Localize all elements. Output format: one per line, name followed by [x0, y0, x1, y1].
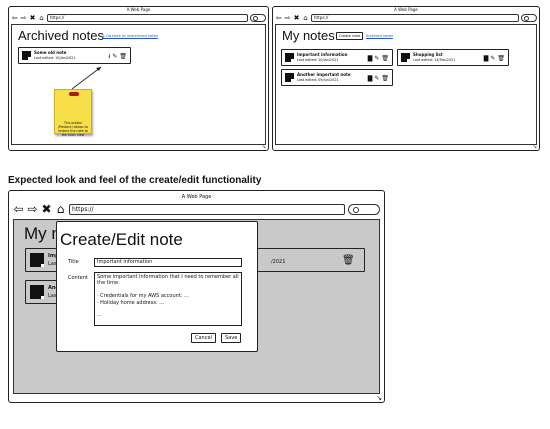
- note-actions: ⭳ ✎ 🗑: [108, 54, 127, 60]
- create-note-button[interactable]: Create note: [336, 32, 364, 40]
- sticky-note: This button (Restore) allows to restore …: [54, 89, 92, 137]
- window-title: A Web Page: [181, 194, 212, 200]
- note-last-edited-fragment: /2021: [271, 259, 286, 265]
- search-icon[interactable]: [250, 14, 266, 22]
- search-icon[interactable]: [348, 203, 380, 215]
- note-card[interactable]: Important information Last edited: 10/Ja…: [281, 49, 393, 66]
- pencil-icon[interactable]: ✎: [490, 56, 495, 62]
- page-title: My notes: [282, 28, 335, 43]
- note-thumbnail-icon: [30, 253, 44, 267]
- note-last-edited: Last edited: 10/Jan/2021: [297, 58, 339, 62]
- note-actions: ▇ ✎ 🗑: [484, 56, 505, 62]
- note-last-edited: Last edited: 09/Jun/2021: [297, 78, 339, 82]
- note-last-edited: Last edited: 10/Jan/2021: [34, 56, 76, 60]
- note-thumbnail-icon: [285, 53, 294, 62]
- close-icon[interactable]: ✖: [41, 202, 52, 216]
- note-card[interactable]: Shopping list Last edited: 14/Feb/2021 ▇…: [397, 49, 509, 66]
- note-thumbnail-icon: [401, 53, 410, 62]
- sticky-note-text: This button (Restore) allows to restore …: [58, 121, 88, 137]
- save-button[interactable]: Save: [221, 333, 242, 343]
- arrow-left-icon[interactable]: ⇦: [13, 202, 24, 216]
- trash-icon[interactable]: 🗑: [119, 54, 127, 60]
- arrow-left-icon[interactable]: ⇦: [275, 14, 282, 22]
- archived-window: A Web Page ⇦ ⇨ ✖ ⌂ https:// Archived not…: [8, 6, 269, 151]
- back-to-notes-link[interactable]: < Go back to unarchived notes: [102, 34, 158, 38]
- home-icon[interactable]: ⌂: [55, 202, 66, 216]
- resize-handle-icon[interactable]: ↘: [533, 145, 537, 150]
- arrow-right-icon[interactable]: ⇨: [27, 202, 38, 216]
- browser-nav-bar: ⇦ ⇨ ✖ ⌂ https://: [275, 13, 537, 23]
- home-icon[interactable]: ⌂: [38, 14, 45, 22]
- note-actions: ▇ ✎ 🗑: [368, 56, 389, 62]
- note-title: Some old note: [34, 50, 67, 55]
- note-card[interactable]: Some old note Last edited: 10/Jan/2021 ⭳…: [18, 47, 131, 64]
- main-window: A Web Page ⇦ ⇨ ✖ ⌂ https:// My notes Cre…: [272, 6, 540, 151]
- browser-nav-bar: ⇦ ⇨ ✖ ⌂ https://: [13, 201, 380, 217]
- note-title: Important information: [297, 52, 348, 57]
- title-label: Title: [68, 259, 79, 265]
- archive-icon[interactable]: ▇: [368, 56, 373, 62]
- cancel-button[interactable]: Cancel: [191, 333, 216, 343]
- note-thumbnail-icon: [30, 285, 44, 299]
- restore-icon[interactable]: ⭳: [108, 54, 110, 60]
- resize-handle-icon[interactable]: ↘: [262, 145, 266, 150]
- close-icon[interactable]: ✖: [293, 14, 300, 22]
- page-viewport: Archived notes < Go back to unarchived n…: [11, 24, 266, 145]
- archive-icon[interactable]: ▇: [484, 56, 489, 62]
- pencil-icon[interactable]: ✎: [112, 54, 117, 60]
- url-input[interactable]: https://: [311, 14, 519, 22]
- url-input[interactable]: https://: [47, 14, 248, 22]
- url-input[interactable]: https://: [69, 203, 345, 215]
- note-thumbnail-icon: [22, 51, 31, 60]
- note-title: Shopping list: [413, 52, 443, 57]
- note-title: Another important note: [297, 72, 351, 77]
- trash-icon: 🗑: [342, 255, 355, 266]
- pencil-icon[interactable]: ✎: [374, 76, 379, 82]
- dialog-title: Create/Edit note: [60, 230, 183, 249]
- close-icon[interactable]: ✖: [29, 14, 36, 22]
- page-title: Archived notes: [18, 28, 104, 43]
- home-icon[interactable]: ⌂: [302, 14, 309, 22]
- content-textarea[interactable]: Some important information that I need t…: [94, 272, 242, 326]
- archive-icon[interactable]: ▇: [368, 76, 373, 82]
- arrow-right-icon[interactable]: ⇨: [284, 14, 291, 22]
- pencil-icon[interactable]: ✎: [374, 56, 379, 62]
- arrow-left-icon[interactable]: ⇦: [11, 14, 18, 22]
- arrow-right-icon[interactable]: ⇨: [20, 14, 27, 22]
- browser-nav-bar: ⇦ ⇨ ✖ ⌂ https://: [11, 13, 266, 23]
- content-label: Content: [68, 275, 88, 281]
- search-icon[interactable]: [521, 14, 537, 22]
- note-card[interactable]: Another important note Last edited: 09/J…: [281, 69, 393, 86]
- trash-icon[interactable]: 🗑: [497, 56, 505, 62]
- trash-icon[interactable]: 🗑: [381, 76, 389, 82]
- section-caption: Expected look and feel of the create/edi…: [8, 175, 262, 186]
- note-last-edited: Last edited: 14/Feb/2021: [413, 58, 456, 62]
- title-input[interactable]: Important information: [94, 258, 242, 267]
- create-edit-dialog: Create/Edit note Title Important informa…: [56, 221, 258, 352]
- page-viewport: My notes Create note Archived notes Impo…: [275, 24, 537, 145]
- note-actions: ▇ ✎ 🗑: [368, 76, 389, 82]
- pushpin-icon: [69, 92, 79, 96]
- note-thumbnail-icon: [285, 73, 294, 82]
- resize-handle-icon[interactable]: ↘: [376, 395, 382, 402]
- archived-notes-link[interactable]: Archived notes: [366, 34, 393, 38]
- trash-icon[interactable]: 🗑: [381, 56, 389, 62]
